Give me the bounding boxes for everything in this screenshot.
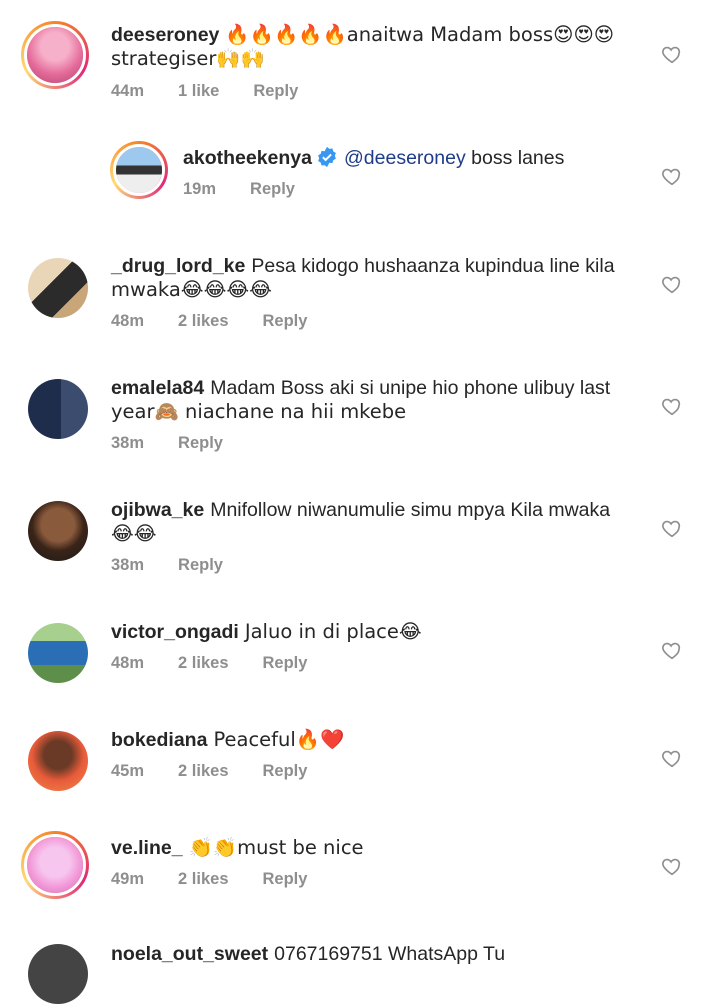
comment-username[interactable]: noela_out_sweet	[111, 943, 268, 965]
heart-icon[interactable]	[661, 165, 683, 187]
avatar[interactable]	[28, 944, 88, 1004]
reply-button[interactable]: Reply	[178, 556, 223, 574]
comment-time: 38m	[111, 556, 145, 574]
comment-time: 49m	[111, 870, 145, 888]
comment-text: ve.line_ 👏👏must be nice	[111, 836, 631, 860]
avatar[interactable]	[28, 379, 88, 439]
reply-button[interactable]: Reply	[178, 434, 223, 452]
comment-body-line2: strategiser🙌🙌	[111, 47, 265, 70]
comment-body: Madam Boss aki si unipe hio phone ulibuy…	[210, 377, 611, 399]
comment-meta: 38m Reply	[111, 556, 257, 575]
avatar[interactable]	[28, 501, 88, 561]
comment-body-line2: year🙈 niachane na hii mkebe	[111, 400, 407, 423]
heart-icon[interactable]	[661, 273, 683, 295]
comment-meta: 19m Reply	[183, 180, 329, 199]
like-count[interactable]: 1 like	[178, 82, 219, 100]
heart-icon[interactable]	[661, 43, 683, 65]
like-count[interactable]: 2 likes	[178, 870, 228, 888]
mention-link[interactable]: @deeseroney	[344, 147, 466, 169]
comment-text: victor_ongadi Jaluo in di place😂	[111, 620, 631, 644]
comment-body: boss lanes	[471, 147, 565, 169]
reply-button[interactable]: Reply	[263, 654, 308, 672]
heart-icon[interactable]	[661, 747, 683, 769]
avatar[interactable]	[21, 831, 89, 899]
reply-button[interactable]: Reply	[250, 180, 295, 198]
comment-body-line2: mwaka😂😂😂😂	[111, 278, 272, 301]
comment-time: 48m	[111, 312, 145, 330]
comment-meta: 49m 2 likes Reply	[111, 870, 341, 889]
comment-username[interactable]: deeseroney	[111, 24, 219, 46]
comment-body: Peaceful🔥❤️	[213, 728, 345, 751]
comment-body: Jaluo in di place😂	[244, 620, 422, 643]
heart-icon[interactable]	[661, 395, 683, 417]
avatar[interactable]	[28, 623, 88, 683]
comment-body: 👏👏must be nice	[188, 836, 364, 859]
reply-button[interactable]: Reply	[253, 82, 298, 100]
comment-body: 0767169751 WhatsApp Tu	[274, 943, 506, 965]
comment-username[interactable]: ve.line_	[111, 837, 183, 859]
comment-text: ojibwa_ke Mnifollow niwanumulie simu mpya…	[111, 498, 631, 546]
comment-username[interactable]: _drug_lord_ke	[111, 255, 245, 277]
comment-text: emalela84 Madam Boss aki si unipe hio pho…	[111, 376, 631, 424]
heart-icon[interactable]	[661, 639, 683, 661]
avatar[interactable]	[28, 731, 88, 791]
comment-text: noela_out_sweet 0767169751 WhatsApp Tu	[111, 942, 631, 966]
avatar[interactable]	[110, 141, 168, 199]
comment-time: 45m	[111, 762, 145, 780]
heart-icon[interactable]	[661, 517, 683, 539]
comment-meta: 38m Reply	[111, 434, 257, 453]
comment-time: 48m	[111, 654, 145, 672]
comment-meta: 48m 2 likes Reply	[111, 654, 341, 673]
comment-text: akotheekenya @deeseroney boss lanes	[183, 146, 633, 170]
comment-body: Pesa kidogo hushaanza kupindua line kila	[251, 255, 615, 277]
verified-badge-icon	[318, 146, 336, 168]
like-count[interactable]: 2 likes	[178, 312, 228, 330]
comment-username[interactable]: akotheekenya	[183, 147, 312, 169]
comment-text: deeseroney 🔥🔥🔥🔥🔥anaitwa Madam boss😍😍😍 str…	[111, 23, 631, 71]
comment-body: Mnifollow niwanumulie simu mpya Kila mwa…	[210, 499, 611, 521]
comment-username[interactable]: emalela84	[111, 377, 204, 399]
like-count[interactable]: 2 likes	[178, 762, 228, 780]
comment-username[interactable]: victor_ongadi	[111, 621, 239, 643]
avatar[interactable]	[28, 258, 88, 318]
comment-body: 🔥🔥🔥🔥🔥anaitwa Madam boss😍😍😍	[225, 23, 615, 46]
avatar[interactable]	[21, 21, 89, 89]
comment-time: 44m	[111, 82, 145, 100]
heart-icon[interactable]	[661, 855, 683, 877]
reply-button[interactable]: Reply	[263, 312, 308, 330]
comment-meta: 45m 2 likes Reply	[111, 762, 341, 781]
comment-text: _drug_lord_ke Pesa kidogo hushaanza kupin…	[111, 254, 631, 302]
comment-body-line2: 😂😂	[111, 522, 157, 545]
comment-text: bokediana Peaceful🔥❤️	[111, 728, 631, 752]
reply-button[interactable]: Reply	[263, 762, 308, 780]
comment-meta: 48m 2 likes Reply	[111, 312, 341, 331]
like-count[interactable]: 2 likes	[178, 654, 228, 672]
comment-time: 38m	[111, 434, 145, 452]
comment-meta: 44m 1 like Reply	[111, 82, 332, 101]
comment-time: 19m	[183, 180, 217, 198]
comment-username[interactable]: bokediana	[111, 729, 207, 751]
reply-button[interactable]: Reply	[263, 870, 308, 888]
comment-username[interactable]: ojibwa_ke	[111, 499, 204, 521]
